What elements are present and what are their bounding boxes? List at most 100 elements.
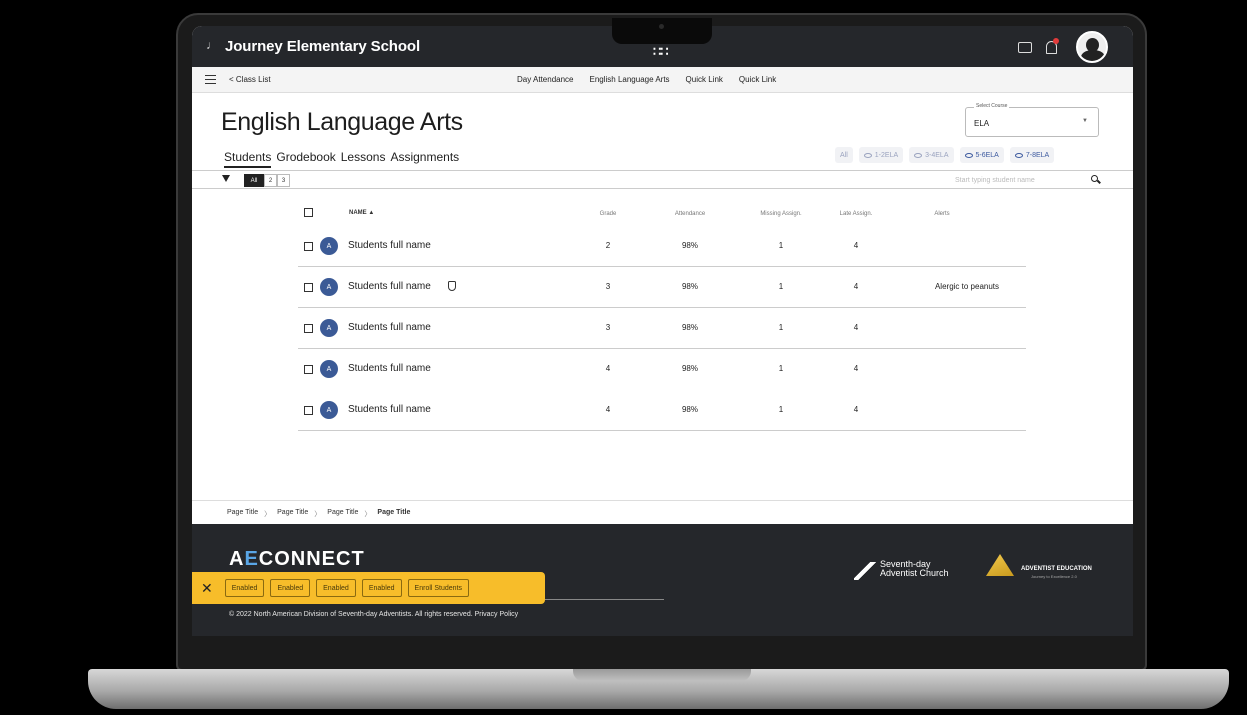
tab-lessons[interactable]: Lessons: [341, 150, 386, 168]
student-name[interactable]: Students full name: [348, 281, 431, 292]
table-row[interactable]: A Students full name 3 98% 1 4: [298, 308, 1026, 349]
eye-icon: [964, 152, 973, 158]
school-logo-icon: ♩: [206, 38, 218, 52]
column-header-alerts[interactable]: Alerts: [912, 211, 972, 217]
tab-gradebook[interactable]: Grodebook: [276, 150, 335, 168]
student-missing: 1: [778, 241, 784, 250]
nav-link-day-attendance[interactable]: Day Attendance: [517, 75, 573, 84]
chip-5-6ela[interactable]: 5-6ELA: [959, 147, 1004, 163]
chip-label: 5-6ELA: [975, 151, 999, 159]
student-attendance: 98%: [681, 323, 698, 332]
enabled-button[interactable]: Enabled: [224, 579, 265, 597]
table-row[interactable]: A Students full name 3 98% 1 4 Alergic t…: [298, 267, 1026, 308]
tab-assignments[interactable]: Assignments: [390, 150, 459, 168]
chevron-down-icon: ▼: [1082, 118, 1088, 124]
nav-link-quick-link[interactable]: Quick Link: [739, 75, 776, 84]
student-late: 4: [853, 241, 859, 250]
table-row[interactable]: A Students full name 4 98% 1 4: [298, 390, 1026, 431]
column-header-late[interactable]: Late Assign.: [826, 211, 886, 217]
column-header-grade[interactable]: Grade: [578, 211, 638, 217]
breadcrumb-item[interactable]: Page Title: [277, 509, 308, 524]
bulk-action-bar: ✕ Enabled Enabled Enabled Enabled Enroll…: [192, 572, 545, 604]
chip-label: 7-8ELA: [1025, 151, 1050, 159]
student-name[interactable]: Students full name: [348, 322, 431, 333]
user-avatar[interactable]: [1076, 31, 1108, 63]
sda-wordmark: Seventh-day Adventist Church: [880, 560, 960, 578]
chip-3-4ela[interactable]: 3-4ELA: [909, 147, 954, 163]
nav-link-quick-link[interactable]: Quick Link: [686, 75, 723, 84]
table-row[interactable]: A Students full name 2 98% 1 4: [298, 226, 1026, 267]
nav-link-english-language-arts[interactable]: English Language Arts: [589, 75, 669, 84]
breadcrumb-item[interactable]: Page Title: [327, 509, 358, 524]
eye-off-icon: [863, 152, 872, 158]
student-avatar: A: [320, 401, 338, 419]
chevron-right-icon: 〉: [314, 511, 322, 518]
select-all-checkbox[interactable]: [304, 208, 313, 217]
adventist-education-icon: [986, 554, 1014, 576]
quick-links: Day Attendance English Language Arts Qui…: [517, 75, 776, 84]
chip-7-8ela[interactable]: 7-8ELA: [1009, 147, 1055, 163]
row-checkbox[interactable]: [304, 283, 313, 292]
filter-bar: All 2 3 Start typing student name: [192, 170, 1133, 189]
camera: [659, 24, 664, 29]
student-attendance: 98%: [681, 364, 698, 373]
student-late: 4: [853, 323, 859, 332]
enabled-button[interactable]: Enabled: [361, 579, 402, 597]
adventist-education-tagline: Journey to Excellence 2.0: [1031, 574, 1077, 579]
student-attendance: 98%: [681, 282, 698, 291]
student-grade: 2: [605, 241, 611, 250]
student-avatar: A: [320, 360, 338, 378]
row-checkbox[interactable]: [304, 406, 313, 415]
chip-label: All: [840, 151, 848, 159]
filter-icon[interactable]: [222, 175, 230, 182]
segment-3[interactable]: 3: [277, 174, 290, 187]
student-search-input[interactable]: Start typing student name: [955, 177, 1035, 184]
row-checkbox[interactable]: [304, 324, 313, 333]
back-to-class-list-link[interactable]: < Class List: [229, 75, 271, 84]
row-checkbox[interactable]: [304, 242, 313, 251]
chip-all[interactable]: All: [835, 147, 853, 163]
apps-grid-icon[interactable]: ∷∷: [653, 44, 669, 60]
select-course-value: ELA: [974, 119, 990, 128]
breadcrumb-current: Page Title: [377, 509, 411, 516]
enabled-button[interactable]: Enabled: [316, 579, 356, 597]
hamburger-menu-icon[interactable]: [205, 75, 216, 84]
student-name[interactable]: Students full name: [348, 363, 431, 374]
search-icon[interactable]: [1091, 175, 1098, 182]
close-icon[interactable]: ✕: [201, 580, 213, 597]
segment-all[interactable]: All: [244, 174, 264, 187]
student-missing: 1: [778, 364, 784, 373]
student-grade: 4: [605, 364, 611, 373]
chip-1-2ela[interactable]: 1-2ELA: [858, 147, 904, 163]
logo-letter-accent: E: [244, 548, 259, 570]
enroll-students-button[interactable]: Enroll Students: [407, 579, 470, 597]
nav-bar: < Class List Day Attendance English Lang…: [192, 67, 1133, 93]
course-filter-chips: All 1-2ELA 3-4ELA 5-6ELA 7-8ELA: [835, 147, 1055, 163]
chat-icon[interactable]: [1018, 42, 1032, 53]
student-name[interactable]: Students full name: [348, 240, 431, 251]
grade-segmented-control: All 2 3: [244, 174, 290, 187]
select-course-dropdown[interactable]: Select Course ELA ▼: [965, 103, 1099, 137]
breadcrumb-item[interactable]: Page Title: [227, 509, 258, 524]
copyright-text: © 2022 North American Division of Sevent…: [229, 611, 519, 618]
segment-2[interactable]: 2: [264, 174, 277, 187]
camera-notch: [612, 18, 712, 44]
student-missing: 1: [778, 282, 784, 291]
table-row[interactable]: A Students full name 4 98% 1 4: [298, 349, 1026, 390]
column-header-name[interactable]: NAME ▲: [349, 210, 374, 216]
tab-students[interactable]: Students: [224, 150, 272, 168]
column-header-attendance[interactable]: Attendance: [660, 211, 720, 217]
student-missing: 1: [778, 405, 784, 414]
student-late: 4: [853, 364, 859, 373]
column-header-missing[interactable]: Missing Assign.: [746, 211, 816, 217]
laptop-base: [88, 669, 1229, 709]
student-grade: 3: [605, 282, 611, 291]
student-attendance: 98%: [681, 405, 698, 414]
student-grade: 4: [605, 405, 611, 414]
student-name[interactable]: Students full name: [348, 404, 431, 415]
row-checkbox[interactable]: [304, 365, 313, 374]
enabled-button[interactable]: Enabled: [270, 579, 311, 597]
student-alert: Alergic to peanuts: [934, 282, 1000, 291]
chip-label: 1-2ELA: [874, 151, 899, 159]
eye-off-icon: [914, 152, 923, 158]
